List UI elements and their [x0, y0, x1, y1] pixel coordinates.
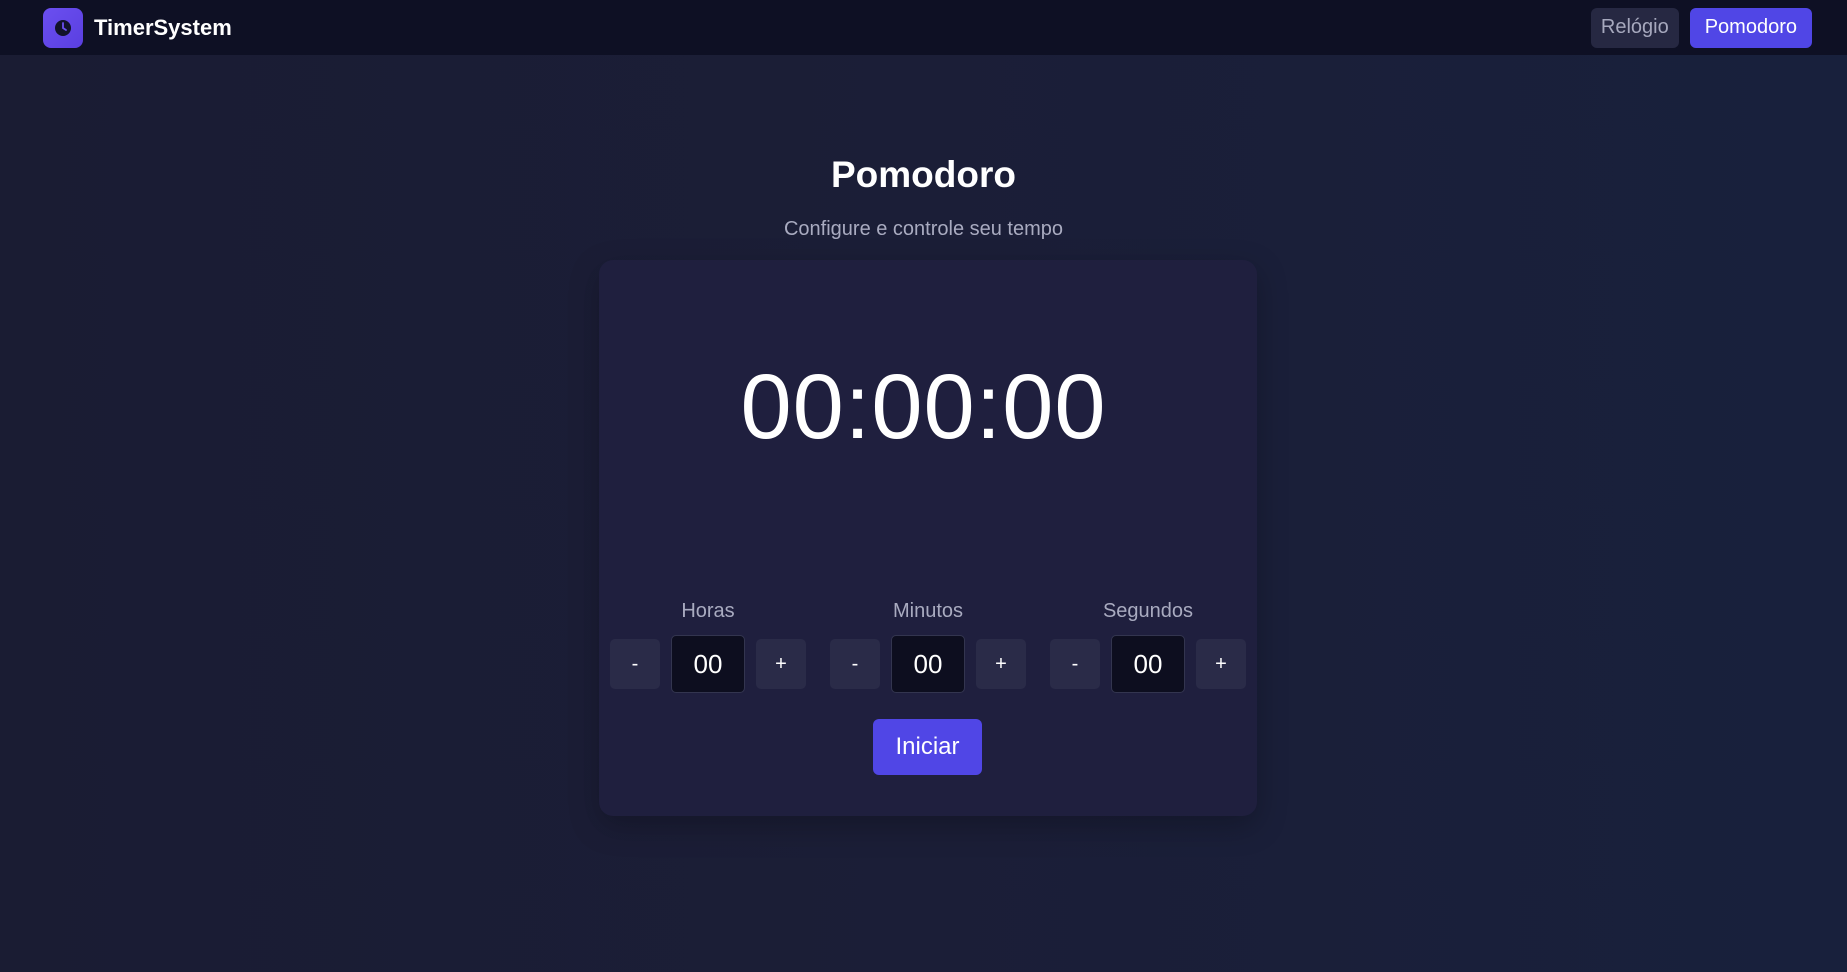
hours-value[interactable]: 00 — [671, 635, 745, 693]
seconds-control: Segundos - 00 + — [1050, 600, 1246, 693]
clock-icon — [43, 7, 83, 48]
nav-links: Relógio Pomodoro — [1590, 7, 1812, 48]
hours-decrement-button[interactable]: - — [610, 639, 660, 689]
minutes-value[interactable]: 00 — [891, 635, 965, 693]
seconds-decrement-button[interactable]: - — [1050, 639, 1100, 689]
seconds-value[interactable]: 00 — [1111, 635, 1185, 693]
hours-label: Horas — [681, 600, 735, 622]
minutes-control: Minutos - 00 + — [830, 600, 1026, 693]
brand[interactable]: TimerSystem — [43, 7, 232, 48]
page-title: Pomodoro — [831, 154, 1016, 195]
seconds-increment-button[interactable]: + — [1196, 639, 1246, 689]
minutes-label: Minutos — [892, 600, 964, 622]
start-button[interactable]: Iniciar — [873, 719, 982, 775]
hours-increment-button[interactable]: + — [756, 639, 806, 689]
minutes-increment-button[interactable]: + — [976, 639, 1026, 689]
nav-link-relogio[interactable]: Relógio — [1590, 7, 1679, 48]
brand-name: TimerSystem — [94, 14, 232, 40]
minutes-decrement-button[interactable]: - — [830, 639, 880, 689]
time-display: 00:00:00 — [740, 356, 1107, 458]
page-subtitle: Configure e controle seu tempo — [783, 218, 1064, 240]
hours-control: Horas - 00 + — [610, 600, 806, 693]
top-navbar: TimerSystem Relógio Pomodoro — [0, 0, 1847, 55]
seconds-label: Segundos — [1102, 600, 1194, 622]
nav-link-pomodoro[interactable]: Pomodoro — [1689, 7, 1812, 48]
